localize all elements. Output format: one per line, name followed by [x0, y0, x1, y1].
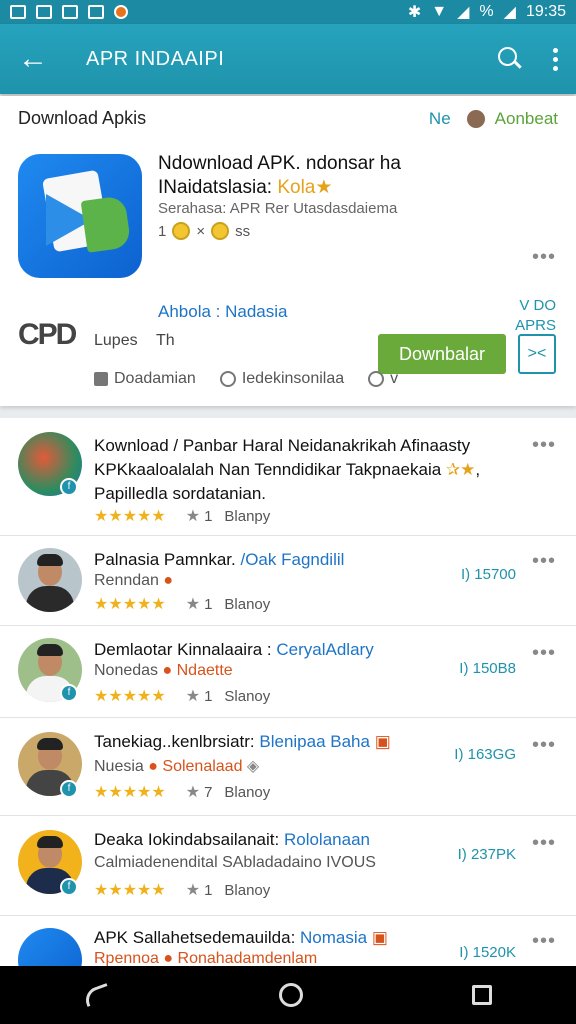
- badge-icon: ●: [162, 662, 173, 679]
- highlight-label: Kola: [277, 177, 316, 198]
- more-vert-icon[interactable]: [552, 47, 558, 71]
- info-action[interactable]: v: [368, 370, 398, 388]
- nav-home-icon[interactable]: [278, 983, 303, 1007]
- featured-actions: Doadamian Iedekinsonilaa v: [94, 370, 398, 388]
- back-arrow-icon[interactable]: ←: [18, 42, 58, 76]
- avatar: [18, 548, 82, 612]
- star-icon: ★: [185, 688, 201, 705]
- app-list: f Kownload / Panbar Haral Neidanakrikah …: [0, 418, 576, 966]
- more-horiz-icon[interactable]: •••: [532, 930, 556, 953]
- more-horiz-icon[interactable]: •••: [532, 734, 556, 757]
- system-nav-bar: [0, 966, 576, 1024]
- app-bar: ← APR INDAAIPI: [0, 24, 576, 94]
- bluetooth-icon: ✱: [407, 4, 422, 21]
- app-icon: [18, 928, 82, 966]
- more-horiz-icon[interactable]: •••: [532, 246, 556, 269]
- more-horiz-icon[interactable]: •••: [532, 434, 556, 457]
- notification-icon: [10, 5, 26, 19]
- info-badge-icon: f: [60, 780, 78, 798]
- badge-icon: ●: [148, 758, 158, 775]
- rating-suffix: ss: [235, 222, 251, 240]
- close-icon: ×: [196, 222, 206, 240]
- nav-recents-icon[interactable]: [471, 985, 492, 1005]
- star-icon: ★: [185, 508, 201, 525]
- star-rating-icon: ★★★★★: [94, 784, 166, 801]
- download-button[interactable]: Downbalar: [378, 334, 506, 374]
- signal-icon: ◢: [503, 4, 516, 21]
- featured-header: Download Apkis Ne Aonbeat: [18, 108, 558, 129]
- star-rating-icon: ★★★★★: [94, 882, 166, 899]
- tag-icon: ◈: [246, 758, 260, 775]
- list-item[interactable]: f Deaka Iokindabsailanait: Rololanaan Ca…: [0, 816, 576, 916]
- star-rating-icon: ★★★★★: [94, 596, 166, 613]
- list-item[interactable]: f Kownload / Panbar Haral Neidanakrikah …: [0, 418, 576, 536]
- rating-stars: ★★★★★ ★ 1 Slanoy: [94, 687, 271, 706]
- developer-link[interactable]: Ahbola : Nadasia: [158, 302, 287, 322]
- comment-action[interactable]: Iedekinsonilaa: [219, 370, 344, 388]
- like-action[interactable]: Doadamian: [94, 370, 196, 388]
- rating-stars: ★★★★★ ★ 1 Blanpy: [94, 507, 271, 526]
- nav-back-icon[interactable]: [82, 983, 113, 1007]
- header-user-label[interactable]: Aonbeat: [495, 109, 558, 129]
- bookmark-icon: ▣: [371, 928, 388, 947]
- info-badge-icon: f: [60, 878, 78, 896]
- star-icon: ★: [315, 177, 333, 198]
- badge-icon: ●: [163, 572, 174, 589]
- coin-icon: [211, 222, 230, 240]
- info-badge-icon: f: [60, 478, 78, 496]
- section-title: Download Apkis: [18, 108, 147, 128]
- rating-stars: ★★★★★ ★ 1 Blanoy: [94, 881, 271, 900]
- star-icon: ★: [185, 596, 201, 613]
- app-bar-title: APR INDAAIPI: [86, 47, 225, 70]
- app-icon[interactable]: [18, 154, 142, 278]
- header-link[interactable]: Ne: [429, 109, 451, 129]
- rating-stars: ★★★★★ ★ 7 Blanoy: [94, 783, 271, 802]
- coin-icon: [172, 222, 191, 240]
- status-bar: ✱ ▼ ◢ % ◢ 19:35: [0, 0, 576, 24]
- brand-logo: CPD: [18, 318, 77, 351]
- list-item[interactable]: f Demlaotar Kinnalaaira : CeryalAdlary N…: [0, 626, 576, 718]
- featured-card: Download Apkis Ne Aonbeat Ndownload APK.…: [0, 96, 576, 406]
- battery-label: %: [479, 3, 494, 20]
- search-icon[interactable]: [498, 47, 522, 71]
- star-icon: ★: [185, 882, 201, 899]
- info-badge-icon: f: [60, 684, 78, 702]
- th-label: Th: [156, 332, 175, 349]
- bookmark-icon: ▣: [374, 732, 391, 751]
- star-rating-icon: ★★★★★: [94, 508, 166, 525]
- notification-icon: [62, 5, 78, 19]
- list-item[interactable]: APK Sallahetsedemauilda: Nomasia ▣ Rpenn…: [0, 916, 576, 966]
- share-button[interactable]: ><: [518, 334, 556, 374]
- thumb-up-icon: [94, 372, 108, 386]
- rating-value: 1: [158, 222, 167, 240]
- clock: 19:35: [525, 3, 566, 20]
- list-item[interactable]: f Tanekiag..kenlbrsiatr: Blenipaa Baha ▣…: [0, 718, 576, 816]
- list-item[interactable]: Palnasia Pamnkar. /Oak Fagndilil Renndan…: [0, 536, 576, 626]
- more-horiz-icon[interactable]: •••: [532, 832, 556, 855]
- star-icon: ★: [185, 784, 201, 801]
- wifi-icon: ▼: [431, 3, 448, 20]
- rating-row: 1 × ss: [158, 222, 250, 240]
- star-icon: ✰★: [445, 460, 476, 479]
- signal-icon: ◢: [457, 4, 470, 21]
- badge-icon: ●: [163, 950, 174, 966]
- more-horiz-icon[interactable]: •••: [532, 642, 556, 665]
- more-horiz-icon[interactable]: •••: [532, 550, 556, 573]
- app-subtitle: Serahasa: APR Rer Utasdasdaiema: [158, 200, 398, 217]
- avatar[interactable]: [466, 109, 485, 128]
- star-rating-icon: ★★★★★: [94, 688, 166, 705]
- image-icon: [88, 5, 104, 19]
- comment-icon: [219, 371, 236, 387]
- app-notification-icon: [114, 5, 128, 19]
- vdo-label[interactable]: V DO APRS: [515, 296, 556, 336]
- notification-icon: [36, 5, 52, 19]
- info-icon: [368, 371, 385, 387]
- app-title[interactable]: Ndownload APK. ndonsar ha INaidatslasia:…: [158, 152, 458, 200]
- rating-stars: ★★★★★ ★ 1 Blanoy: [94, 595, 271, 614]
- lupes-label: Lupes: [94, 332, 138, 349]
